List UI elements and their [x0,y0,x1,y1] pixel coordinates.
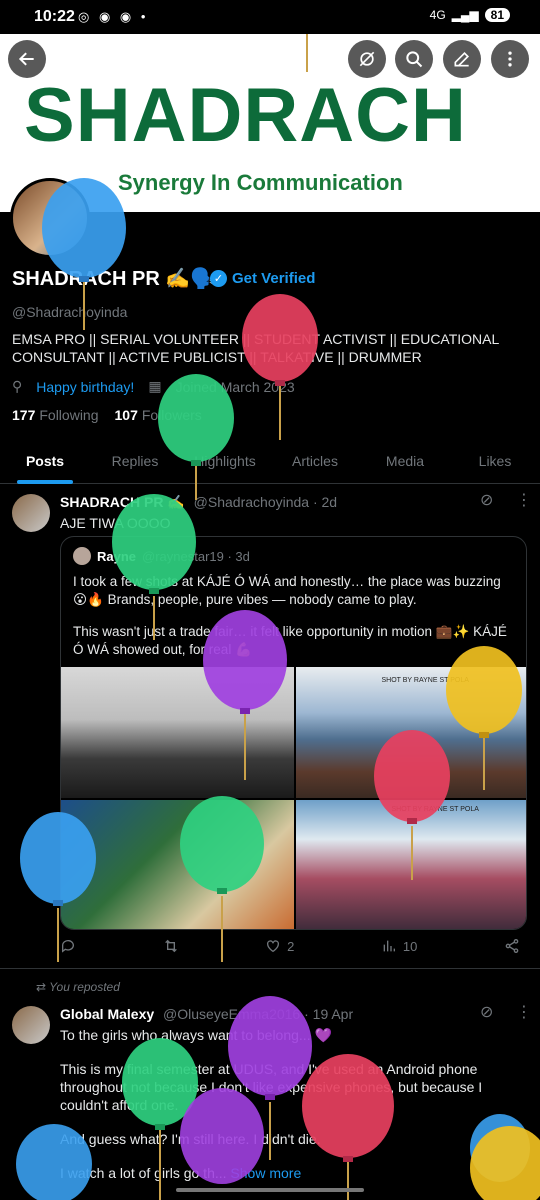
profile-tabs: Posts Replies Highlights Articles Media … [0,440,540,484]
quote-text: I took a few shots at KÁJÉ Ó WÁ and hone… [73,573,513,659]
profile-name: SHADRACH PR ✍️🗣️ [12,268,216,290]
joined-date: Joined March 2023 [175,378,295,395]
media-image-3[interactable] [61,800,294,929]
like-count: 2 [287,938,295,954]
edit-profile-button[interactable] [443,40,481,78]
network-label: 4G [429,8,446,22]
repost-icon [164,939,177,953]
search-button[interactable] [395,40,433,78]
post-text-para-1: To the girls who always want to belong..… [60,1027,332,1043]
more-vertical-icon [508,51,512,67]
repost-indicator: ⇄ You reposted [36,980,120,994]
post-divider [0,968,540,969]
views-count: 10 [402,938,418,954]
tab-likes[interactable]: Likes [450,440,540,483]
status-time: 10:22 [34,8,75,25]
post-header: SHADRACH PR ✍️ @Shadrachoyinda · 2d [60,494,337,511]
status-right: 4G ▂▄▆ 81 [430,8,510,22]
get-verified-button[interactable]: ✓ Get Verified [210,270,315,287]
repost-small-icon: ⇄ [36,980,50,994]
tab-articles[interactable]: Articles [270,440,360,483]
grok-icon[interactable]: ⊘ [480,1002,493,1022]
views-icon [383,940,395,952]
grok-icon[interactable]: ⊘ [480,490,493,510]
post-more-icon[interactable]: ⋮ [516,1002,532,1022]
post-actions: 2 10 [60,938,520,954]
verified-badge-icon: ✓ [210,270,227,287]
repost-label: You reposted [49,980,120,994]
calendar-icon: ▦ [148,378,162,394]
gesture-bar[interactable] [176,1188,364,1192]
followers-count: 107 [114,407,138,423]
grok-button[interactable] [348,40,386,78]
followers-link[interactable]: 107 Followers [115,407,202,423]
followers-label: Followers [141,407,202,423]
like-icon [267,940,280,953]
more-options-button[interactable] [491,40,529,78]
media-image-1[interactable] [61,667,294,798]
get-verified-label: Get Verified [232,270,316,287]
post-avatar[interactable] [12,494,50,532]
status-bar: 10:22 ◎ ◉ ◉ • 4G ▂▄▆ 81 [0,0,540,34]
media-grid: SHOT BY RAYNE ST POLA SHOT BY RAYNE ST P… [61,667,526,929]
notification-icons: ◎ ◉ ◉ • [78,9,149,24]
back-arrow-icon [18,52,34,66]
signal-icon: ▂▄▆ [451,8,479,22]
battery-indicator: 81 [484,8,510,22]
post-author: SHADRACH PR ✍️ [60,494,185,510]
balloon-icon [242,294,318,440]
tab-media[interactable]: Media [360,440,450,483]
share-icon [505,939,519,953]
banner-logo: SHADRACH [24,73,467,158]
post-text-para-3: And guess what? I'm still here. I didn't… [60,1131,321,1147]
profile-avatar[interactable] [10,178,90,258]
show-more-link[interactable]: Show more [230,1165,301,1181]
birthday-link[interactable]: Happy birthday! [36,379,134,395]
reply-icon [61,940,74,953]
post-handle-time: @Shadrachoyinda · 2d [193,494,338,510]
views-button[interactable]: 10 [381,938,417,954]
repost-button[interactable] [163,938,179,954]
share-button[interactable] [504,938,520,954]
quote-text-para-2: This wasn't just a trade fair… it felt l… [73,624,507,657]
quote-avatar [73,547,91,565]
profile-handle: @Shadrachoyinda [12,304,128,320]
tab-highlights[interactable]: Highlights [180,440,270,483]
post-item[interactable]: Global Malexy @OluseyeEmma2016 · 19 Apr … [0,1000,540,1190]
quote-handle-time: @raynestar19 · 3d [142,548,250,564]
tab-posts[interactable]: Posts [0,440,90,483]
post-text: AJE TIWA OOOO [60,515,171,531]
tab-replies[interactable]: Replies [90,440,180,483]
back-button[interactable] [8,40,46,78]
post-avatar[interactable] [12,1006,50,1044]
post-text: To the girls who always want to belong..… [60,1026,510,1182]
photo-credit-top: SHOT BY RAYNE ST POLA [381,677,469,684]
profile-bio: EMSA PRO || SERIAL VOLUNTEER || STUDENT … [12,331,499,365]
media-image-4[interactable]: SHOT BY RAYNE ST POLA [295,800,526,929]
profile-meta: ⚲ Happy birthday! ▦ Joined March 2023 [12,378,295,395]
grok-icon [359,51,375,67]
post-text-para-4: I watch a lot of girls go th... [60,1165,227,1181]
quote-text-para-1: I took a few shots at KÁJÉ Ó WÁ and hone… [73,574,501,607]
reply-button[interactable] [60,938,76,954]
quote-author: Rayne [97,548,137,564]
post-header: Global Malexy @OluseyeEmma2016 · 19 Apr [60,1006,353,1022]
media-image-2[interactable]: SHOT BY RAYNE ST POLA [295,667,526,798]
banner-tagline: Synergy In Communication [118,170,403,195]
follow-stats: 177 Following 107 Followers [12,407,202,423]
like-button[interactable]: 2 [265,938,294,954]
search-icon [406,51,423,68]
post-more-icon[interactable]: ⋮ [516,490,532,510]
post-author: Global Malexy [60,1006,155,1022]
quoted-post[interactable]: Rayne @raynestar19 · 3d I took a few sho… [60,536,527,930]
post-text-para-2: This is my final semester at UDUS, and I… [60,1061,483,1113]
quote-header: Rayne @raynestar19 · 3d [73,547,250,565]
following-label: Following [39,407,99,423]
post-handle-time: @OluseyeEmma2016 · 19 Apr [163,1006,354,1022]
edit-icon [454,51,470,67]
following-link[interactable]: 177 Following [12,407,99,423]
photo-credit-bottom: SHOT BY RAYNE ST POLA [391,806,479,813]
location-icon: ⚲ [12,378,23,394]
following-count: 177 [12,407,36,423]
